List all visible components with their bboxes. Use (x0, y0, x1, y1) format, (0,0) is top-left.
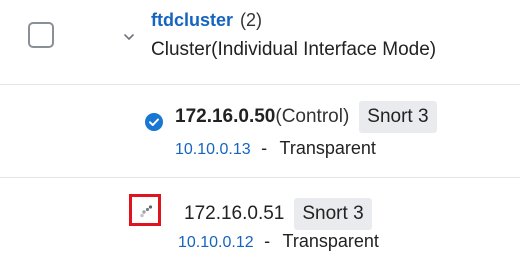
node-ip[interactable]: 172.16.0.51 (184, 202, 284, 226)
loading-spinner-icon (140, 205, 153, 218)
snort-version-badge: Snort 3 (294, 198, 372, 230)
separator: - (261, 138, 268, 158)
cluster-select-checkbox[interactable] (28, 22, 54, 48)
separator: - (264, 231, 271, 251)
status-highlight-box (129, 194, 161, 226)
cluster-member-count: (2) (240, 10, 263, 30)
firewall-mode: Transparent (279, 138, 376, 158)
management-ip-link[interactable]: 10.10.0.13 (175, 141, 251, 158)
node-ip[interactable]: 172.16.0.50 (175, 105, 275, 129)
node-details: 10.10.0.13 - Transparent (175, 137, 376, 161)
management-ip-link[interactable]: 10.10.0.12 (178, 234, 254, 251)
node-details: 10.10.0.12 - Transparent (178, 230, 379, 254)
cluster-name-link[interactable]: ftdcluster (151, 10, 233, 30)
firewall-mode: Transparent (282, 231, 379, 251)
device-list-panel: ftdcluster (2) Cluster(Individual Interf… (0, 0, 520, 270)
row-divider (0, 177, 520, 178)
row-divider (0, 84, 520, 85)
chevron-down-icon[interactable] (122, 30, 136, 44)
snort-version-badge: Snort 3 (359, 101, 437, 133)
node-row-data: 172.16.0.51 Snort 3 (184, 198, 372, 230)
cluster-title: ftdcluster (2) (151, 8, 262, 32)
cluster-type-label: Cluster(Individual Interface Mode) (151, 39, 437, 60)
node-row-control: 172.16.0.50 (Control) Snort 3 (175, 101, 437, 133)
check-circle-icon (145, 113, 163, 131)
node-role: (Control) (275, 106, 350, 127)
